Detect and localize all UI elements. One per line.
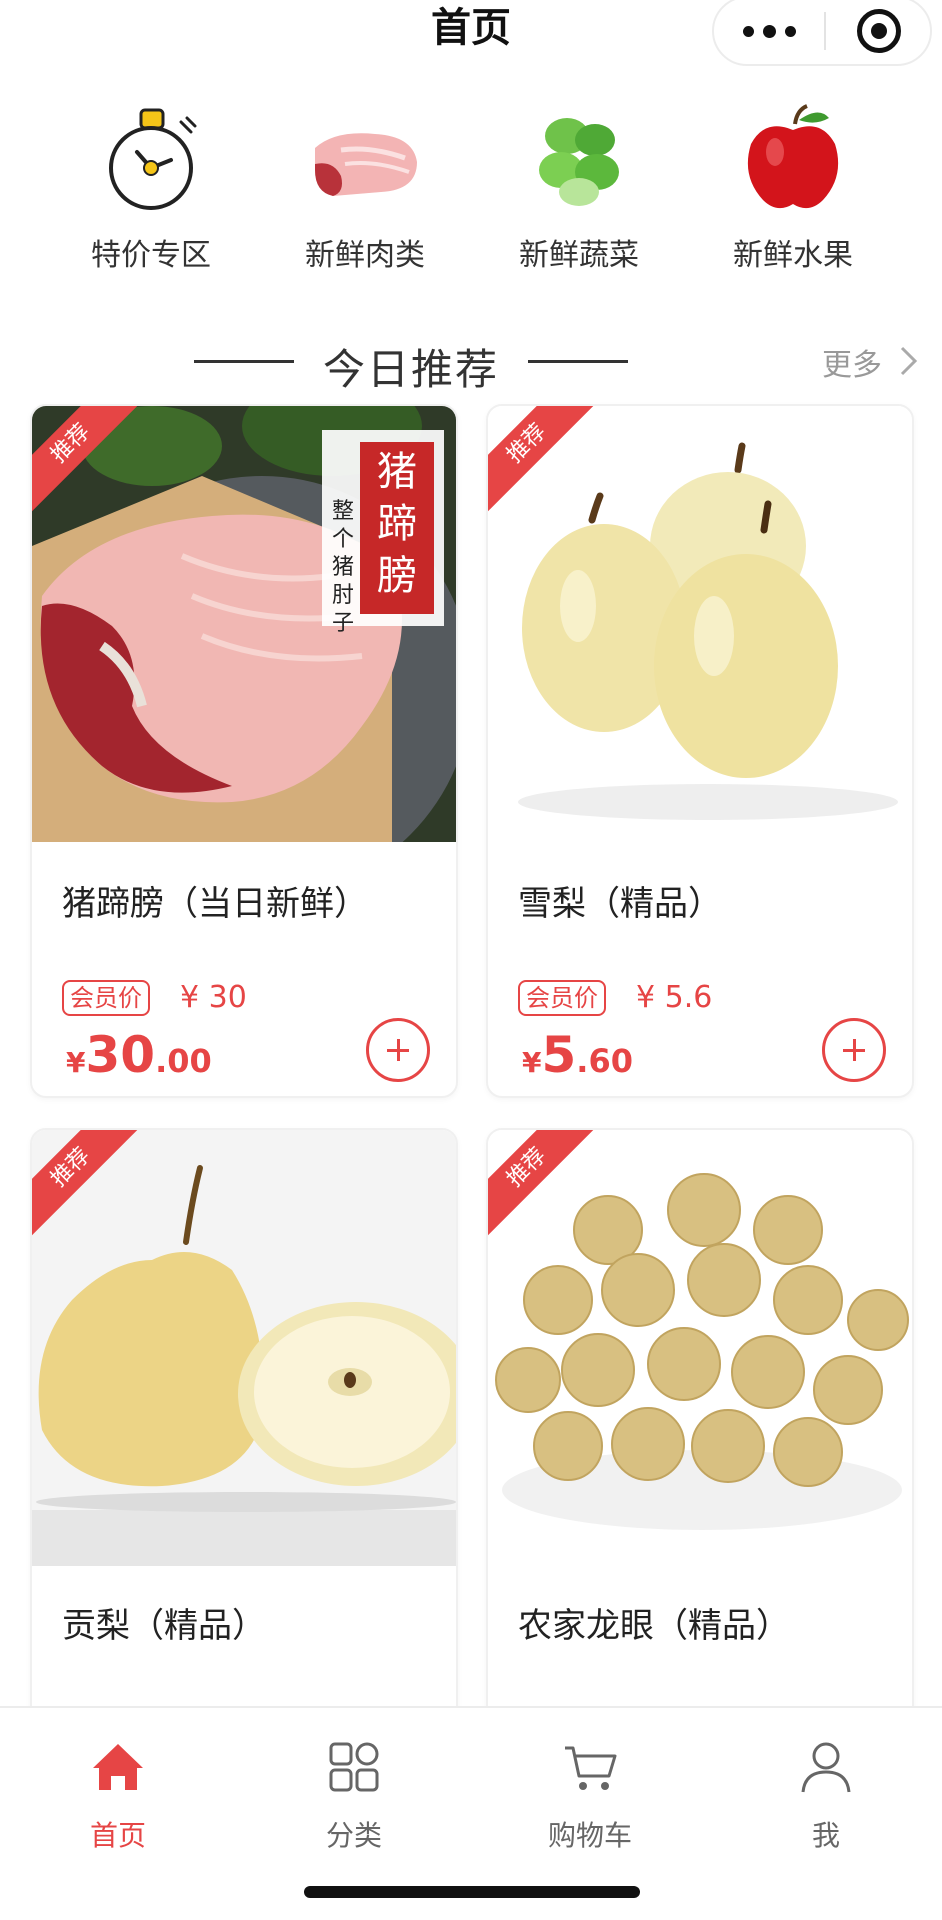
chevron-right-icon[interactable] <box>898 344 920 378</box>
category-item-special[interactable]: 特价专区 <box>51 96 251 276</box>
divider-line <box>528 360 628 363</box>
tab-label: 分类 <box>325 1819 382 1852</box>
category-label: 新鲜水果 <box>733 238 853 273</box>
member-price: ¥ 30 <box>180 980 247 1015</box>
product-price: ¥30.00 <box>66 1026 212 1084</box>
apple-icon <box>747 104 839 209</box>
member-price: ¥ 5.6 <box>636 980 713 1015</box>
product-card[interactable]: 猪蹄膀 整个猪肘子 推荐 猪蹄膀（当日新鲜） 会员价 ¥ 30 ¥30.00 <box>30 404 458 1098</box>
product-image[interactable] <box>32 1130 456 1566</box>
nav-header: 首页 <box>0 0 942 66</box>
category-row: 特价专区 新鲜肉类 新鲜蔬菜 新鲜水果 <box>0 96 942 276</box>
more-options-button[interactable] <box>714 0 824 64</box>
more-link[interactable]: 更多 <box>822 340 882 384</box>
add-to-cart-button[interactable] <box>366 1018 430 1082</box>
section-title: 今日推荐 <box>322 345 499 394</box>
divider-line <box>194 360 294 363</box>
close-miniapp-button[interactable] <box>826 0 932 64</box>
tab-category[interactable]: 分类 <box>274 1728 434 1858</box>
meat-icon <box>315 133 417 196</box>
tab-cart[interactable]: 购物车 <box>510 1728 670 1858</box>
snow-pear-image <box>488 406 912 842</box>
vegetable-icon <box>539 118 619 206</box>
product-card[interactable]: 推荐 雪梨（精品） 会员价 ¥ 5.6 ¥5.60 <box>486 404 914 1098</box>
grid-icon <box>329 1742 379 1792</box>
category-label: 新鲜蔬菜 <box>519 238 639 273</box>
tab-label: 首页 <box>89 1819 146 1852</box>
image-caption-title: 猪蹄膀 <box>377 449 417 599</box>
category-item-meat[interactable]: 新鲜肉类 <box>265 96 465 276</box>
recommend-section-header: 今日推荐 更多 <box>0 330 942 394</box>
dot-icon <box>784 25 796 37</box>
home-icon <box>93 1744 143 1790</box>
tab-me[interactable]: 我 <box>746 1728 906 1858</box>
add-to-cart-button[interactable] <box>822 1018 886 1082</box>
tribute-pear-image <box>32 1130 456 1566</box>
home-indicator <box>304 1886 640 1898</box>
category-label: 新鲜肉类 <box>305 238 425 273</box>
clock-icon <box>109 108 197 210</box>
product-name: 猪蹄膀（当日新鲜） <box>62 884 368 924</box>
user-icon <box>801 1742 851 1793</box>
category-label: 特价专区 <box>91 238 211 273</box>
member-price-badge: 会员价 <box>518 980 606 1016</box>
product-image[interactable] <box>488 1130 912 1566</box>
image-caption-subtitle: 整个猪肘子 <box>331 499 354 636</box>
miniapp-capsule <box>712 0 932 66</box>
product-name: 贡梨（精品） <box>62 1606 266 1646</box>
product-name: 农家龙眼（精品） <box>518 1606 790 1646</box>
dot-icon <box>762 24 776 38</box>
cart-icon <box>565 1746 617 1790</box>
tab-label: 我 <box>811 1819 840 1852</box>
longan-image <box>488 1130 912 1566</box>
product-name: 雪梨（精品） <box>518 884 722 924</box>
tab-label: 购物车 <box>547 1819 632 1852</box>
category-item-vegetable[interactable]: 新鲜蔬菜 <box>479 96 679 276</box>
dot-icon <box>742 25 754 37</box>
product-image[interactable] <box>488 406 912 842</box>
member-price-badge: 会员价 <box>62 980 150 1016</box>
target-icon <box>857 9 901 53</box>
product-image[interactable]: 猪蹄膀 整个猪肘子 <box>32 406 456 842</box>
category-item-fruit[interactable]: 新鲜水果 <box>693 96 893 276</box>
product-price: ¥5.60 <box>522 1026 633 1084</box>
tab-home[interactable]: 首页 <box>38 1728 198 1858</box>
